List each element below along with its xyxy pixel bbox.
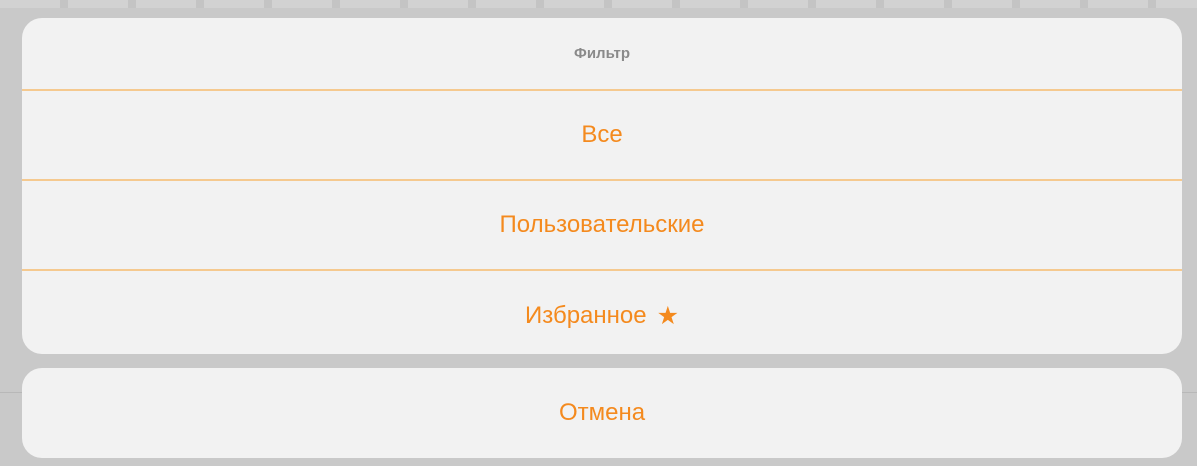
- sheet-title: Фильтр: [574, 45, 630, 62]
- option-favorites-button[interactable]: Избранное ★: [22, 269, 1182, 354]
- cancel-button[interactable]: Отмена: [22, 368, 1182, 458]
- option-all-label: Все: [581, 121, 623, 148]
- option-custom-button[interactable]: Пользовательские: [22, 179, 1182, 269]
- option-custom-label: Пользовательские: [499, 211, 705, 238]
- option-favorites-label: Избранное: [524, 302, 647, 329]
- background-content-strip: [0, 0, 1197, 8]
- filter-action-sheet: Фильтр Все Пользовательские Избранное ★: [22, 18, 1182, 354]
- star-icon: ★: [656, 301, 680, 330]
- cancel-label: Отмена: [558, 399, 646, 426]
- option-all-button[interactable]: Все: [22, 89, 1182, 179]
